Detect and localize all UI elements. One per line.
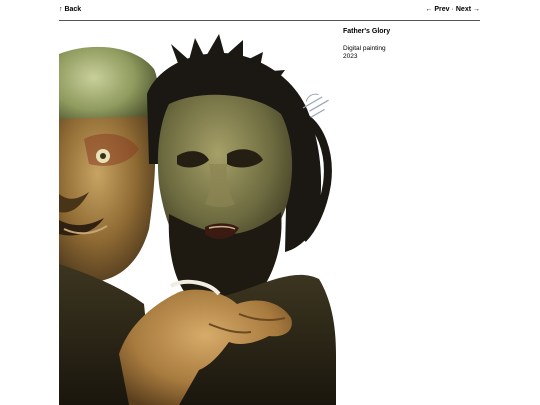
back-link[interactable]: ↑ Back — [59, 6, 81, 13]
artwork-image — [59, 24, 336, 405]
pager-separator: · — [451, 6, 454, 13]
artwork-title: Father's Glory — [343, 28, 391, 35]
prev-link[interactable]: ← Prev — [425, 6, 449, 13]
artwork-medium: Digital painting — [343, 45, 386, 53]
header-divider — [59, 20, 480, 21]
pager: ← Prev · Next → — [425, 6, 480, 13]
top-navigation: ↑ Back ← Prev · Next → — [59, 6, 480, 18]
next-link[interactable]: Next → — [456, 6, 480, 13]
artwork-year: 2023 — [343, 52, 358, 60]
artwork-info: Father's Glory Digital painting 2023 — [343, 28, 493, 60]
